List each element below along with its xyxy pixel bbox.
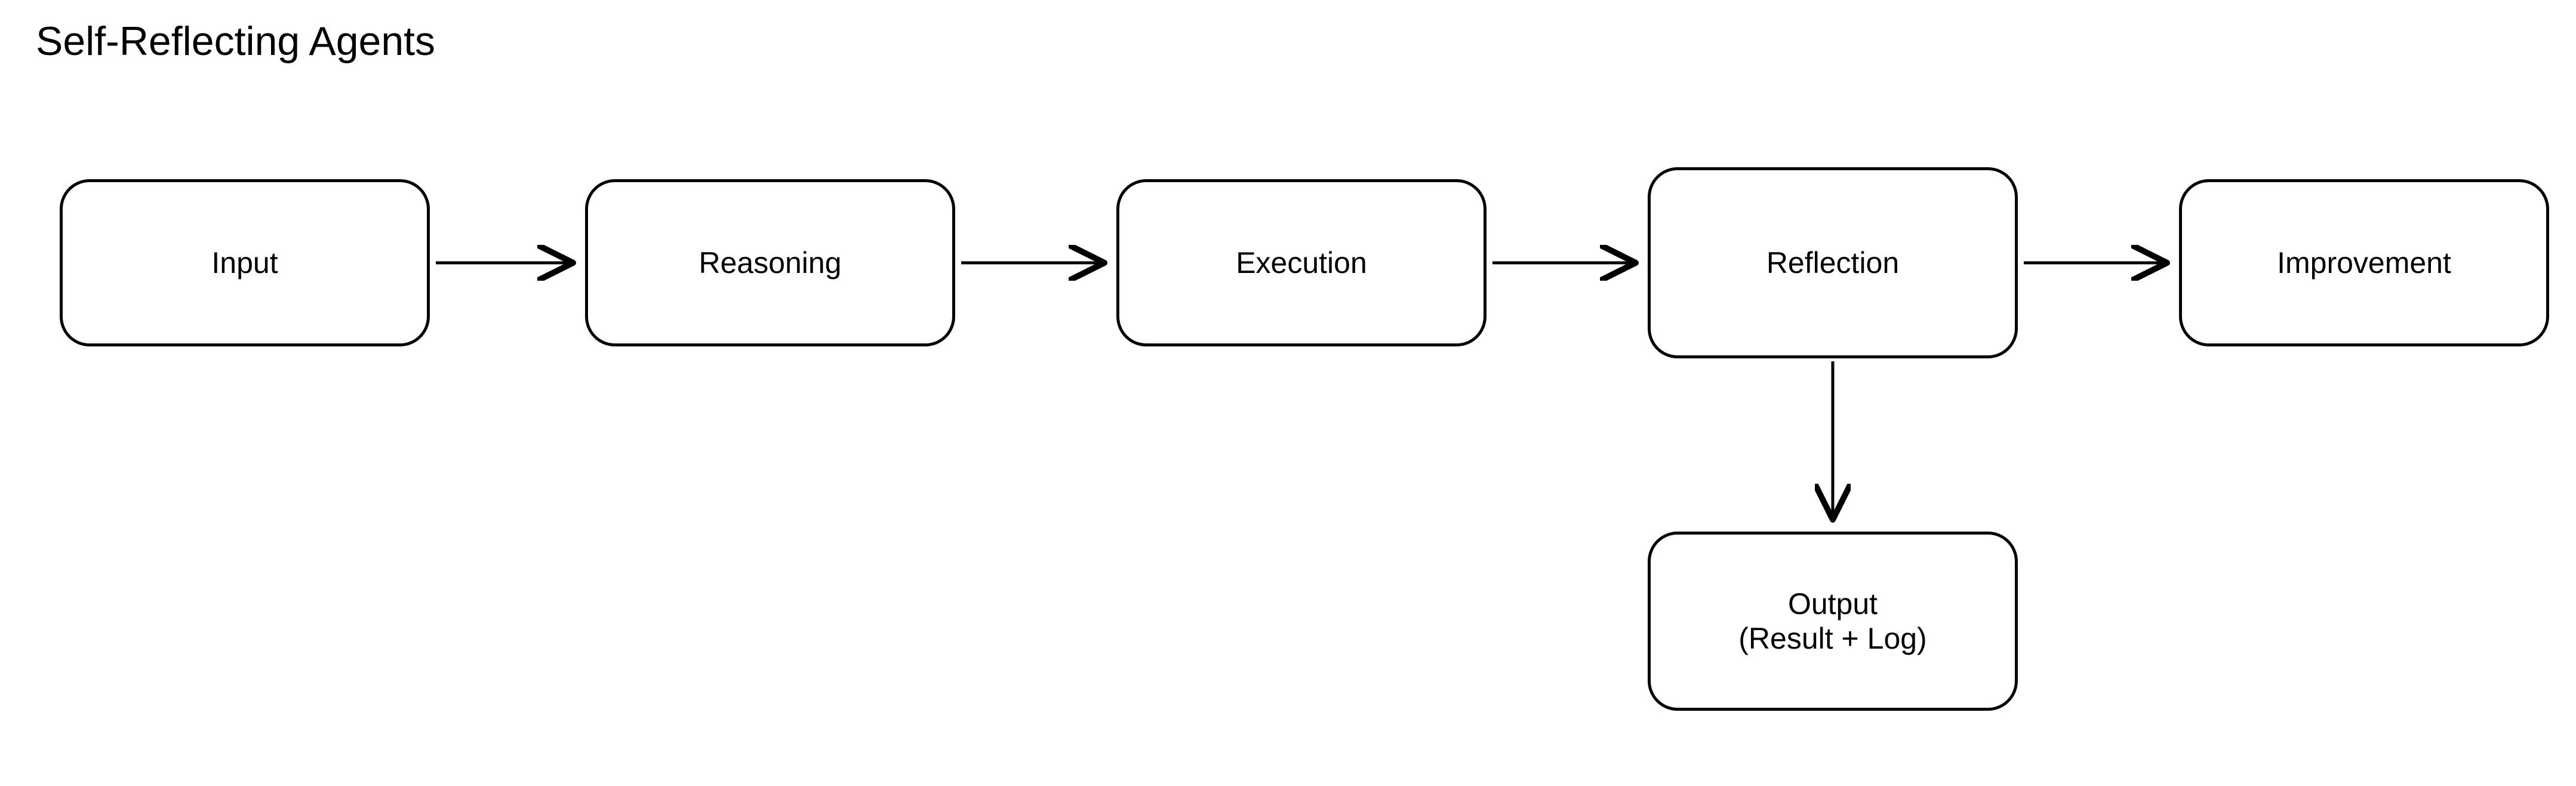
arrows-layer	[0, 0, 2576, 786]
node-execution-label: Execution	[1236, 245, 1367, 280]
node-input-label: Input	[211, 245, 278, 280]
node-reasoning-label: Reasoning	[698, 245, 841, 280]
node-output-content: Output (Result + Log)	[1738, 587, 1926, 656]
node-improvement-label: Improvement	[2277, 245, 2451, 280]
node-input: Input	[60, 179, 430, 346]
node-execution: Execution	[1116, 179, 1486, 346]
node-reflection: Reflection	[1648, 167, 2018, 358]
node-output-line2: (Result + Log)	[1738, 621, 1926, 656]
node-output: Output (Result + Log)	[1648, 532, 2018, 711]
node-reflection-label: Reflection	[1766, 245, 1899, 280]
node-reasoning: Reasoning	[585, 179, 955, 346]
node-output-line1: Output	[1738, 587, 1926, 621]
node-improvement: Improvement	[2179, 179, 2549, 346]
flow-diagram: Input Reasoning Execution Reflection Imp…	[0, 0, 2576, 786]
